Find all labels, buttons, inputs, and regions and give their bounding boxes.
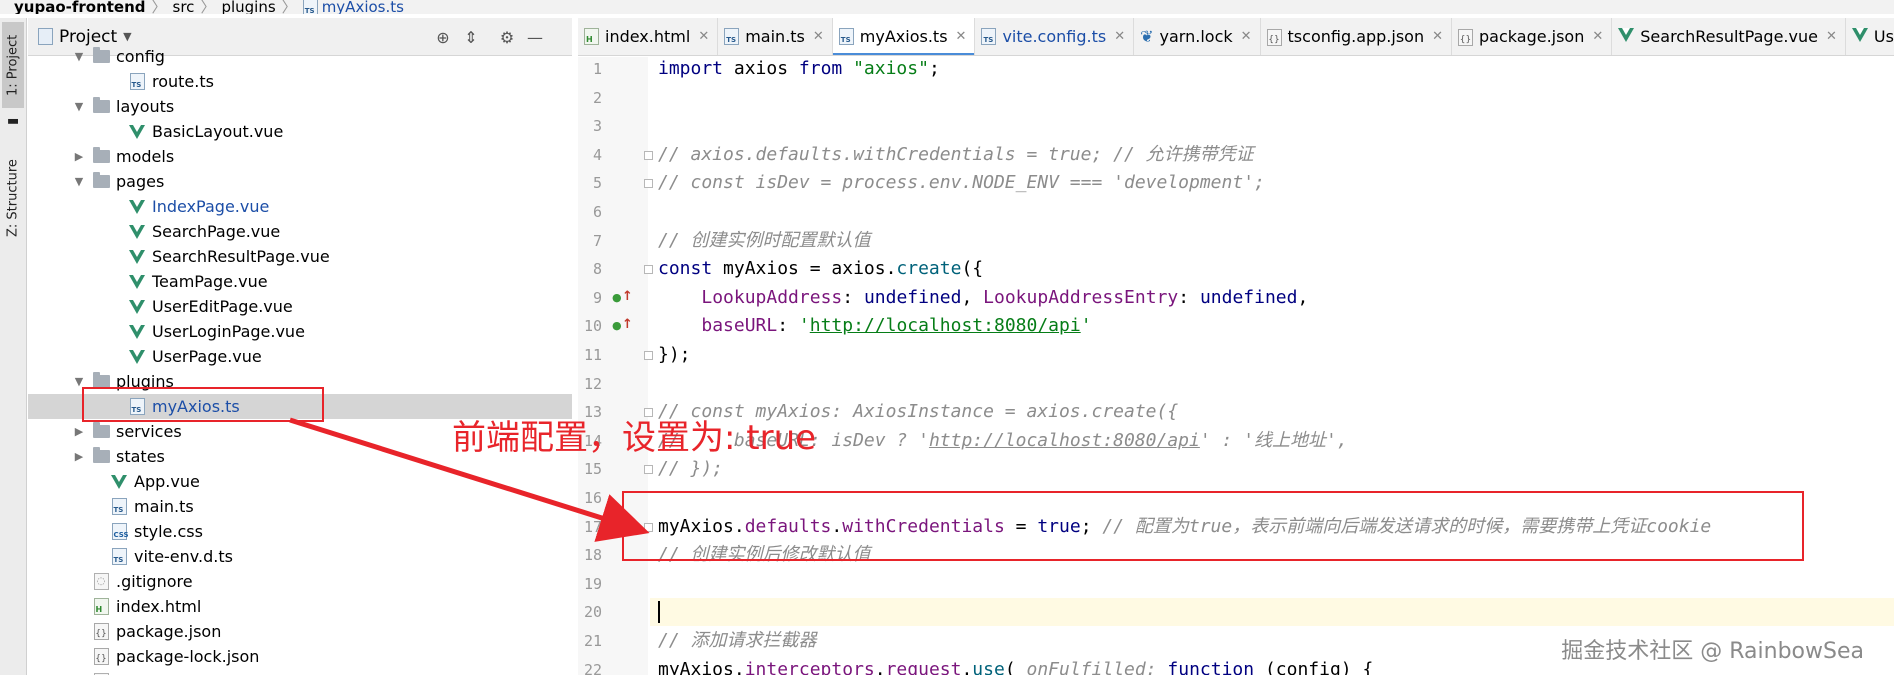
watermark: 掘金技术社区 @ RainbowSea — [1561, 639, 1864, 664]
annotation-arrow — [289, 417, 650, 542]
